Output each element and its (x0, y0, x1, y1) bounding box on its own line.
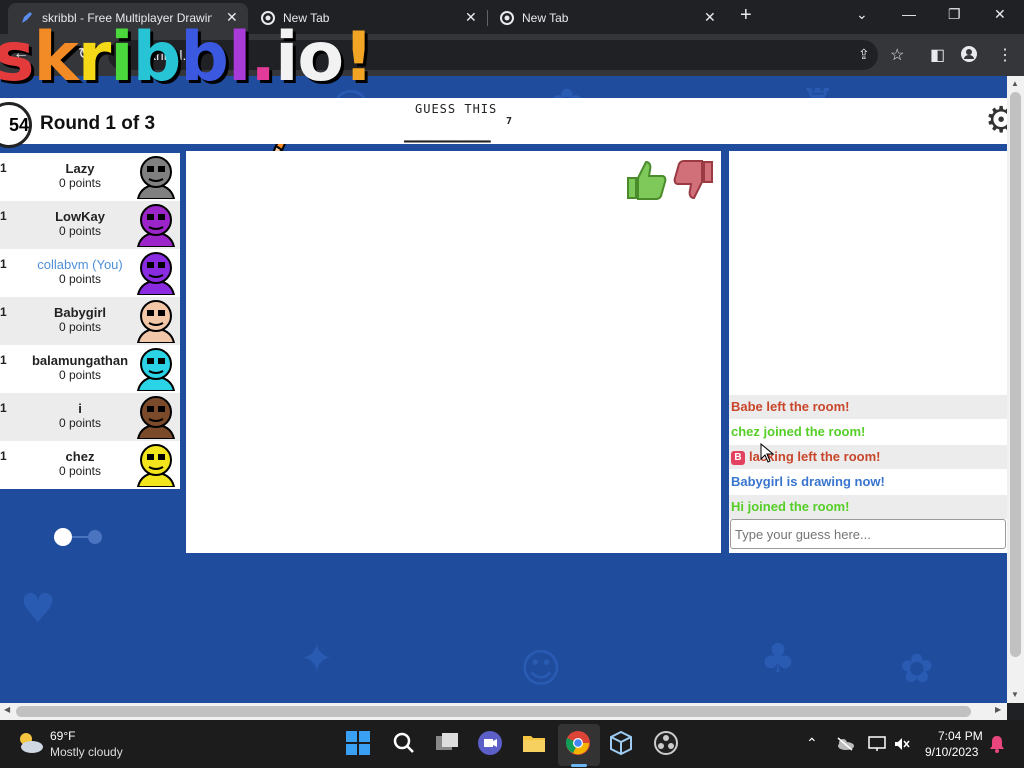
doodle-pattern: ♥ (20, 586, 56, 632)
chat-message-text: Babe left the room! (731, 399, 850, 414)
tab-search-icon[interactable]: ⌄ (856, 6, 868, 23)
share-icon[interactable]: ⇪ (858, 46, 870, 63)
active-app-indicator (571, 764, 587, 767)
obs-icon[interactable] (653, 730, 681, 758)
doodle-pattern: ✦ (300, 636, 334, 682)
chat-message: Hi joined the room! (729, 495, 1009, 519)
guess-input[interactable] (730, 519, 1006, 549)
player-avatar-icon (134, 251, 178, 296)
video-chat-icon[interactable] (477, 730, 505, 758)
doodle-pattern: ♣ (760, 636, 796, 682)
doodle-pattern: ✿ (900, 646, 934, 692)
player-avatar-icon (134, 203, 178, 248)
player-row[interactable]: 1 collabvm (You) 0 points (0, 249, 180, 297)
clock-time[interactable]: 7:04 PM (938, 729, 983, 743)
player-row[interactable]: 1 Babygirl 0 points (0, 297, 180, 482)
tab-new-tab-2[interactable]: New Tab ✕ (488, 3, 726, 34)
file-explorer-icon[interactable] (521, 730, 549, 758)
player-row[interactable]: 1 LowKay 0 points (0, 201, 180, 249)
player-row[interactable]: 1 Lazy 0 points (0, 153, 180, 201)
chrome-icon (500, 11, 514, 25)
scroll-right-icon[interactable]: ▶ (995, 705, 1001, 714)
close-icon[interactable]: ✕ (465, 9, 477, 26)
weather-description: Mostly cloudy (50, 745, 123, 759)
volume-muted-icon[interactable] (894, 736, 910, 752)
scroll-down-icon[interactable]: ▼ (1011, 690, 1019, 699)
close-icon[interactable]: ✕ (704, 9, 716, 26)
player-avatar-icon (134, 347, 178, 392)
tab-label: New Tab (522, 11, 569, 25)
profile-icon[interactable] (961, 46, 977, 62)
mouse-cursor-icon (760, 442, 775, 463)
chat-message: Babe left the room! (729, 395, 1009, 419)
player-row[interactable]: 1 balamungathan 0 points (0, 345, 180, 393)
round-indicator: Round 1 of 3 (40, 113, 156, 134)
word-length: 7 (506, 116, 513, 127)
close-window-button[interactable]: ✕ (994, 6, 1006, 23)
player-avatar-icon (134, 443, 178, 488)
notification-bell-icon[interactable] (989, 735, 1005, 753)
vertical-scroll-thumb[interactable] (1010, 92, 1021, 657)
search-icon[interactable] (391, 730, 419, 758)
bookmark-star-icon[interactable]: ☆ (890, 45, 904, 65)
chat-message-text: Hi joined the room! (731, 499, 850, 514)
player-avatar-icon (134, 155, 178, 200)
user-badge-icon: B (731, 450, 745, 465)
drawing-canvas[interactable] (186, 151, 721, 553)
carousel-connector (72, 536, 88, 538)
weather-temperature: 69°F (50, 729, 76, 743)
player-avatar-icon (134, 299, 178, 344)
carousel-dot-active[interactable] (54, 528, 72, 546)
virtualbox-icon[interactable] (608, 730, 636, 758)
chevron-up-icon[interactable]: ⌃ (806, 735, 818, 752)
onedrive-icon[interactable] (836, 737, 854, 751)
thumbs-up-icon[interactable] (624, 158, 668, 202)
task-view-icon[interactable] (434, 730, 462, 758)
word-hint: _______ (404, 118, 491, 143)
clock-date[interactable]: 9/10/2023 (925, 745, 978, 759)
chat-message-text: Babygirl is drawing now! (731, 474, 885, 489)
player-list: 1 Lazy 0 points 1 LowKay 0 points 1 collabvm (Y… (0, 153, 180, 489)
thumbs-down-icon[interactable] (672, 158, 716, 202)
player-row[interactable]: 1 chez 0 points (0, 441, 180, 489)
guess-this-label: GUESS THIS (415, 102, 498, 116)
windows-start-icon[interactable] (345, 730, 373, 758)
chat-message-text: chez joined the room! (731, 424, 866, 439)
chat-message: Babygirl is drawing now! (729, 470, 1009, 494)
scroll-left-icon[interactable]: ◀ (4, 705, 10, 714)
minimize-button[interactable]: — (902, 6, 916, 22)
carousel-dot[interactable] (88, 530, 102, 544)
new-tab-button[interactable]: + (740, 4, 752, 27)
skribbl-logo[interactable]: skribbl.io! (0, 18, 374, 97)
player-avatar-icon (134, 395, 178, 440)
menu-icon[interactable]: ⋮ (997, 45, 1013, 65)
restore-button[interactable]: ❐ (948, 6, 961, 23)
chrome-icon[interactable] (565, 730, 593, 758)
scroll-up-icon[interactable]: ▲ (1011, 79, 1019, 88)
chat-message: chez joined the room! (729, 420, 1009, 444)
weather-cloud-icon[interactable] (16, 731, 44, 755)
side-panel-icon[interactable]: ◧ (930, 45, 945, 65)
doodle-pattern: ☺ (520, 646, 562, 692)
player-row[interactable]: 1i0 points (0, 393, 180, 441)
network-icon[interactable] (868, 736, 886, 752)
horizontal-scroll-thumb[interactable] (16, 706, 971, 717)
